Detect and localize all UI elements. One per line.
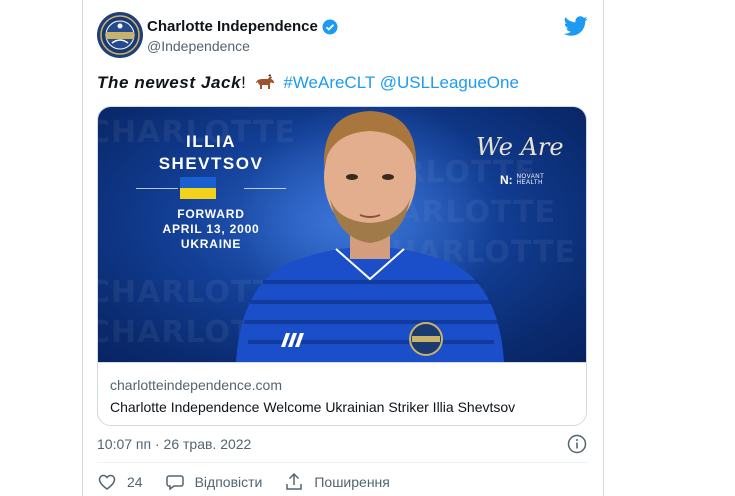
reply-label: Відповісти bbox=[194, 474, 263, 490]
player-position: FORWARD bbox=[177, 207, 245, 221]
media-image[interactable]: CHARLOTTE CHARLOTTE CHARLOTTE CHARLOTTE … bbox=[98, 107, 586, 362]
player-last-name: SHEVTSOV bbox=[158, 154, 264, 173]
sponsor-logo: N: NOVANT HEALTH bbox=[500, 173, 544, 187]
mention-link[interactable]: @USLLeagueOne bbox=[380, 73, 519, 92]
tweet-text-exclaim: ! bbox=[241, 73, 246, 92]
charlotte-independence-crest-icon bbox=[100, 15, 140, 55]
like-button[interactable]: 24 bbox=[97, 472, 143, 492]
share-button[interactable]: Поширення bbox=[284, 472, 390, 492]
divider-line bbox=[136, 188, 178, 189]
avatar[interactable] bbox=[97, 12, 143, 58]
display-name[interactable]: Charlotte Independence bbox=[147, 18, 318, 35]
twitter-bird-icon[interactable] bbox=[564, 14, 588, 38]
tweet-timestamp[interactable]: 10:07 пп · 26 трав. 2022 bbox=[97, 436, 251, 452]
account-name-row[interactable]: Charlotte Independence bbox=[147, 18, 338, 35]
link-domain[interactable]: charlotteindependence.com bbox=[110, 377, 282, 393]
horse-emoji-icon bbox=[255, 74, 274, 89]
link-preview[interactable]: charlotteindependence.com Charlotte Inde… bbox=[98, 362, 586, 425]
sponsor-mark: N: bbox=[500, 173, 513, 187]
share-label: Поширення bbox=[314, 474, 390, 490]
player-country: UKRAINE bbox=[180, 237, 242, 251]
verified-badge-icon bbox=[322, 19, 338, 34]
sponsor-slogan: We Are bbox=[476, 133, 564, 161]
account-handle[interactable]: @Independence bbox=[147, 38, 250, 54]
hashtag-link[interactable]: #WeAreCLT bbox=[283, 73, 375, 92]
flag-yellow-stripe bbox=[180, 188, 216, 199]
reply-button[interactable]: Відповісти bbox=[165, 472, 263, 492]
reply-icon bbox=[165, 475, 184, 491]
tweet-card[interactable]: Charlotte Independence @Independence The… bbox=[82, 0, 604, 496]
link-title[interactable]: Charlotte Independence Welcome Ukrainian… bbox=[110, 399, 515, 415]
like-count: 24 bbox=[127, 474, 143, 490]
info-icon[interactable] bbox=[567, 434, 587, 454]
sponsor-line2: HEALTH bbox=[516, 180, 543, 186]
share-icon bbox=[286, 472, 303, 490]
tweet-text: The newest Jack! #WeAreCLT @USLLeagueOne bbox=[97, 72, 519, 94]
player-first-name: ILLIA bbox=[186, 132, 236, 151]
action-bar: 24 Відповісти Поширення bbox=[97, 472, 412, 492]
flag-blue-stripe bbox=[180, 177, 216, 188]
heart-icon bbox=[98, 474, 116, 490]
link-card[interactable]: CHARLOTTE CHARLOTTE CHARLOTTE CHARLOTTE … bbox=[97, 106, 587, 426]
action-divider bbox=[97, 462, 587, 463]
divider-line bbox=[244, 188, 286, 189]
ukraine-flag-icon bbox=[180, 177, 216, 199]
tweet-text-main: The newest Jack bbox=[97, 73, 242, 92]
player-birthdate: APRIL 13, 2000 bbox=[162, 222, 260, 236]
sponsor-text: NOVANT HEALTH bbox=[517, 174, 545, 186]
